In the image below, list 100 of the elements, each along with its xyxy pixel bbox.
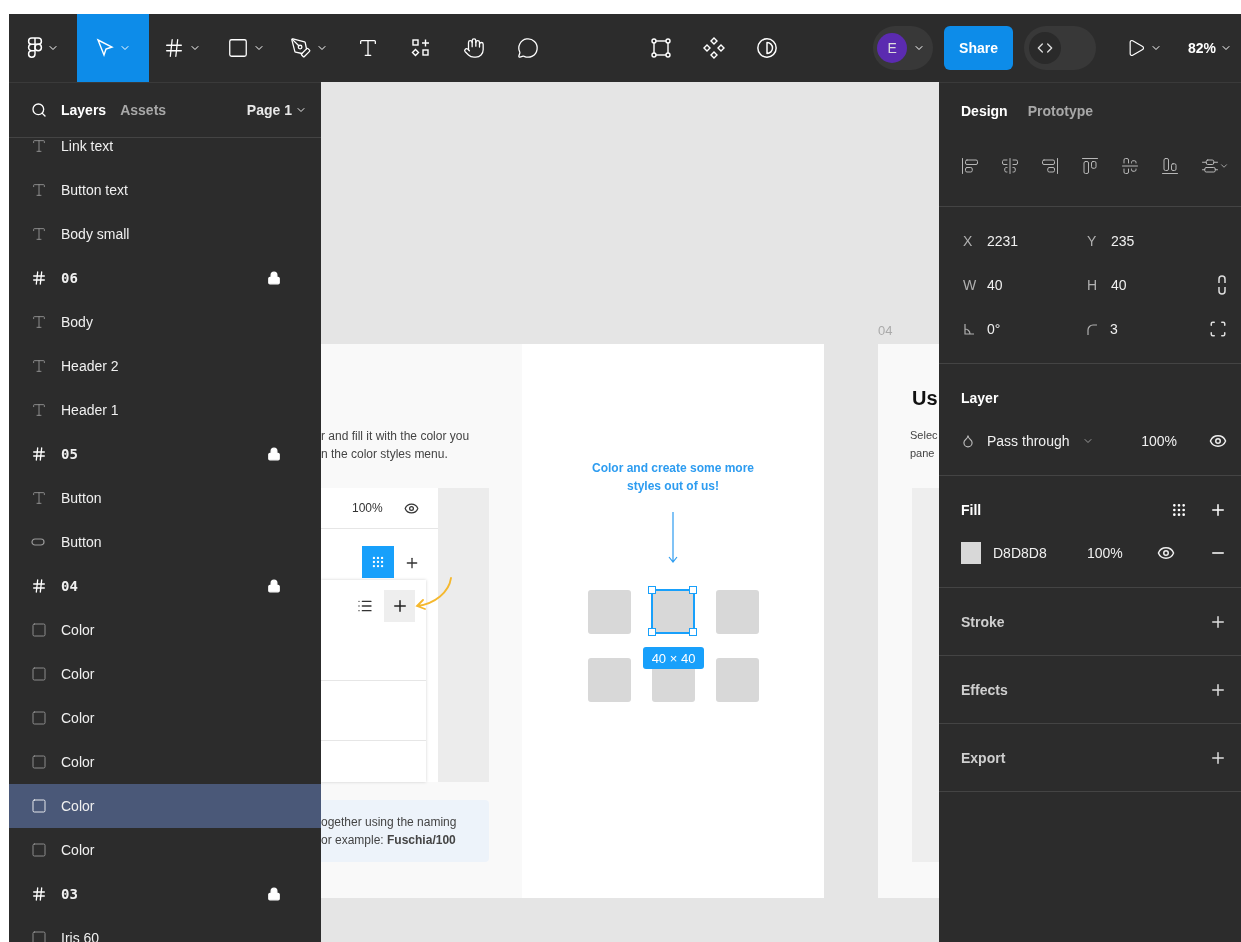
rectangle-icon: [31, 710, 47, 726]
hex-value[interactable]: D8D8D8: [993, 545, 1075, 561]
layer-row[interactable]: Color: [9, 828, 321, 872]
panel-tab[interactable]: Design: [961, 102, 1008, 119]
lock-icon[interactable]: [267, 887, 281, 901]
selected-square: [651, 589, 695, 634]
layer-row[interactable]: Header 2: [9, 344, 321, 388]
list-icon: [357, 598, 373, 614]
layer-name: Color: [61, 622, 96, 638]
layer-name: 04: [61, 578, 79, 594]
color-swatch[interactable]: [961, 542, 981, 564]
search-icon[interactable]: [31, 102, 47, 118]
layer-row[interactable]: Color: [9, 608, 321, 652]
align-left-icon[interactable]: [961, 157, 979, 175]
hand-icon: [463, 37, 485, 59]
layer-name: Body: [61, 314, 94, 330]
comment-icon: [517, 37, 539, 59]
opacity-value[interactable]: 100%: [1087, 545, 1123, 561]
layer-name: Color: [61, 710, 96, 726]
layer-row[interactable]: Body: [9, 300, 321, 344]
rectangle-icon: [31, 842, 47, 858]
eye-icon[interactable]: [1157, 544, 1175, 562]
panel-tab[interactable]: Assets: [120, 102, 167, 118]
section-title: Export: [961, 749, 1007, 766]
distribute-icon[interactable]: [1201, 157, 1229, 175]
color-square: [716, 590, 759, 634]
lock-icon[interactable]: [267, 579, 281, 593]
styles-icon[interactable]: [1171, 501, 1187, 518]
page-menu[interactable]: Page 1: [246, 102, 307, 118]
align-right-icon[interactable]: [1041, 157, 1059, 175]
layer-name: Color: [61, 842, 96, 858]
corners-icon[interactable]: [1209, 320, 1227, 338]
dev-mode-toggle[interactable]: [1024, 26, 1096, 70]
lock-icon[interactable]: [267, 271, 281, 285]
note-text: ogether using the naming: [321, 814, 457, 831]
eye-icon[interactable]: [1209, 432, 1227, 450]
constrain-icon[interactable]: [1217, 274, 1227, 296]
share-button[interactable]: Share: [944, 26, 1013, 70]
layer-row[interactable]: Body small: [9, 212, 321, 256]
layer-row[interactable]: Button: [9, 476, 321, 520]
section-title: Layer: [961, 389, 1000, 406]
layer-name: Body small: [61, 226, 131, 242]
components-icon[interactable]: [702, 36, 727, 60]
field-label: W: [963, 277, 975, 293]
opacity-value[interactable]: 100%: [1141, 433, 1177, 449]
panel-tab[interactable]: Layers: [61, 102, 107, 118]
frame-title: Us: [912, 386, 938, 410]
align-center-icon[interactable]: [1001, 157, 1019, 175]
layer-row[interactable]: 04: [9, 564, 321, 608]
section-title: Fill: [961, 501, 983, 518]
field-value[interactable]: 0°: [987, 321, 1001, 337]
layer-row[interactable]: Button text: [9, 168, 321, 212]
text-icon: [31, 138, 47, 154]
layer-name: 06: [61, 270, 79, 286]
layer-row[interactable]: 03: [9, 872, 321, 916]
layer-row[interactable]: 05: [9, 432, 321, 476]
layer-name: Button text: [61, 182, 129, 198]
contrast-icon[interactable]: [756, 37, 779, 59]
frame-edit-icon[interactable]: [650, 37, 673, 59]
field-value[interactable]: 40: [1111, 277, 1127, 293]
down-arrow: [668, 512, 678, 564]
body-text: r and fill it with the color you: [321, 428, 470, 445]
blend-mode[interactable]: Pass through: [987, 433, 1070, 449]
text-icon: [31, 402, 47, 418]
field-value[interactable]: 3: [1110, 321, 1118, 337]
zoom-menu[interactable]: 82%: [1172, 40, 1241, 56]
layer-row[interactable]: Color: [9, 696, 321, 740]
layer-row[interactable]: Link text: [9, 138, 321, 168]
panel-tab[interactable]: Prototype: [1027, 102, 1094, 119]
frame-icon: [163, 37, 185, 59]
layer-row[interactable]: Color: [9, 784, 321, 828]
color-square: [588, 658, 631, 702]
frame-icon: [31, 578, 47, 594]
rectangle-icon: [31, 666, 47, 682]
layer-row[interactable]: Header 1: [9, 388, 321, 432]
user-menu[interactable]: E: [873, 26, 934, 70]
lock-icon[interactable]: [267, 447, 281, 461]
layer-name: 05: [61, 446, 79, 462]
field-value[interactable]: 235: [1111, 233, 1135, 249]
layer-name: Header 1: [61, 402, 120, 418]
layer-name: Color: [61, 666, 96, 682]
align-top-icon[interactable]: [1081, 157, 1099, 175]
layer-row[interactable]: Button: [9, 520, 321, 564]
align-bottom-icon[interactable]: [1161, 157, 1179, 175]
text-icon: [31, 358, 47, 374]
layer-row[interactable]: 06: [9, 256, 321, 300]
text-icon: [357, 37, 379, 59]
frame-icon: [31, 886, 47, 902]
field-value[interactable]: 40: [987, 277, 1003, 293]
layer-row[interactable]: Color: [9, 652, 321, 696]
layer-name: Color: [61, 798, 96, 814]
angle-icon: [963, 323, 975, 335]
section-title: Stroke: [961, 613, 1006, 630]
logo-icon[interactable]: [27, 37, 43, 59]
field-label: X: [963, 233, 974, 249]
layer-row[interactable]: Color: [9, 740, 321, 784]
field-label: Y: [1087, 233, 1098, 249]
field-value[interactable]: 2231: [987, 233, 1019, 249]
color-square: [588, 590, 631, 634]
align-middle-icon[interactable]: [1121, 157, 1139, 175]
